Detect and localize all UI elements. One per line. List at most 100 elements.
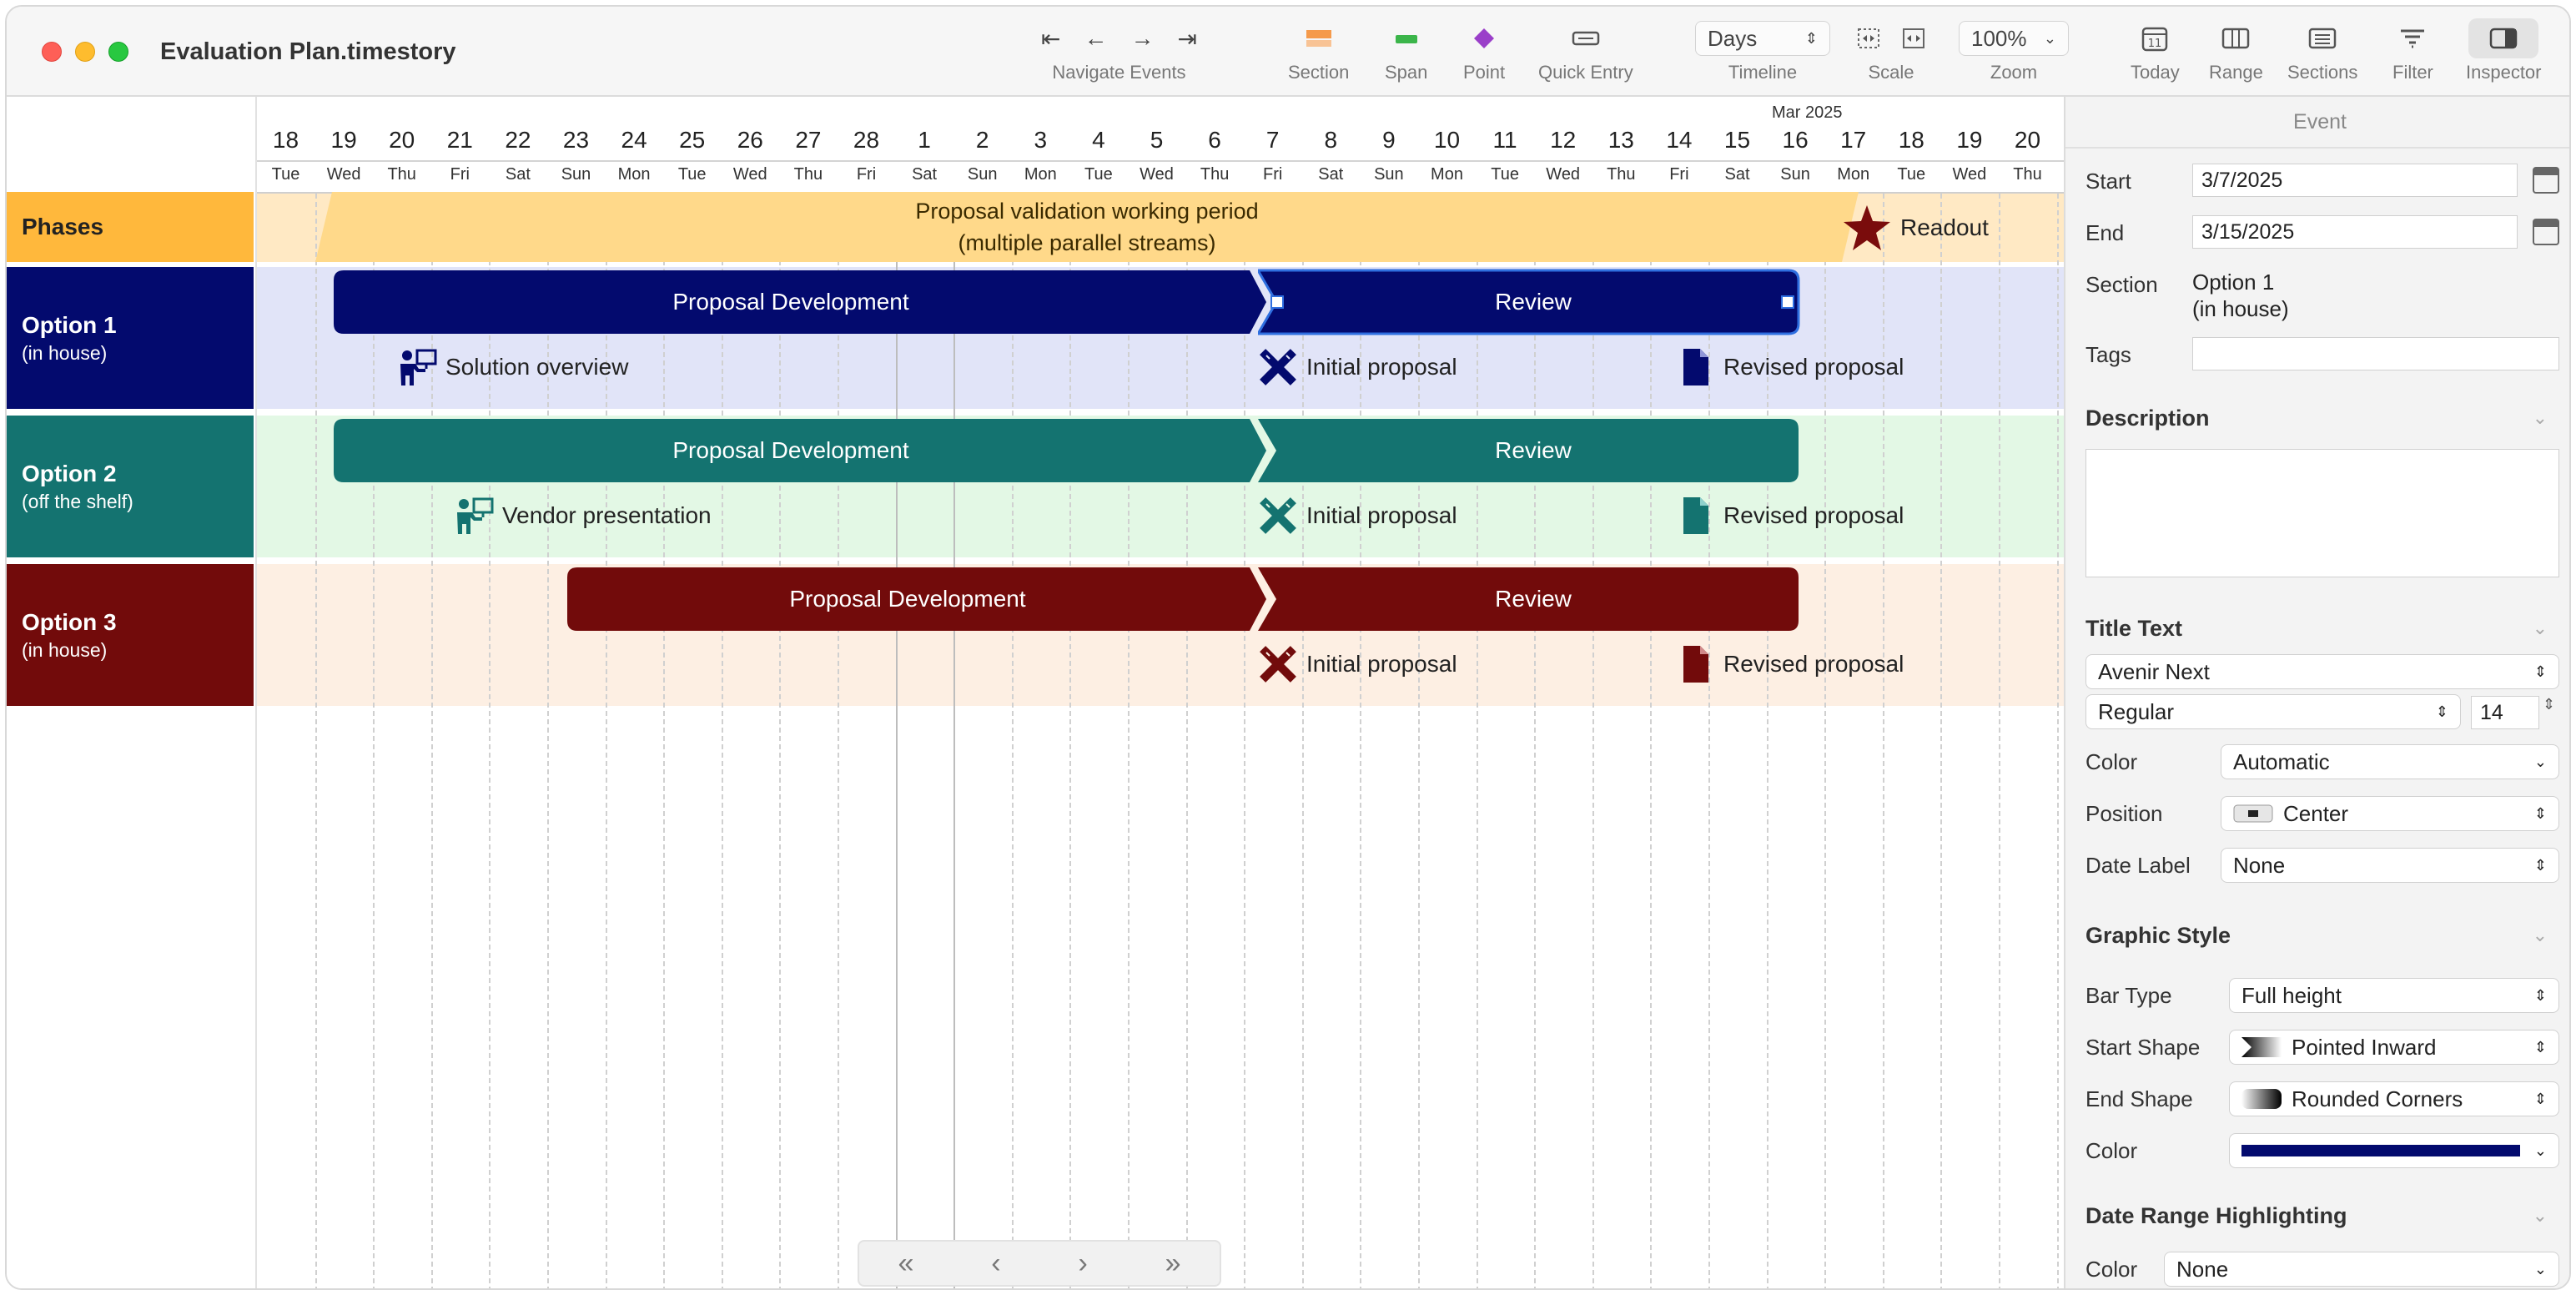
description-heading[interactable]: Description xyxy=(2085,406,2210,431)
font-size-stepper[interactable]: ⇕ xyxy=(2543,696,2555,713)
pencil-ruler-icon xyxy=(1260,349,1296,385)
presenter-icon xyxy=(400,349,437,385)
minimize-window-button[interactable] xyxy=(75,42,95,62)
filter-button[interactable]: Filter xyxy=(2392,18,2433,83)
section-title: Phases xyxy=(22,214,104,239)
sections-list-icon xyxy=(2308,28,2337,49)
chevron-down-icon[interactable]: ⌄ xyxy=(2533,617,2548,639)
title-text-heading[interactable]: Title Text xyxy=(2085,616,2182,642)
section-subtitle: (in house) xyxy=(22,341,108,364)
page-prev-icon[interactable]: ‹ xyxy=(991,1247,1000,1280)
chevron-down-icon[interactable]: ⌄ xyxy=(2533,1205,2548,1227)
updown-chevron-icon: ⇕ xyxy=(2533,856,2547,874)
zoom-popup[interactable]: 100% ⌄ xyxy=(1959,21,2069,56)
date-label-select[interactable]: None ⇕ xyxy=(2221,848,2559,883)
start-date-field[interactable]: 3/7/2025 xyxy=(2192,164,2518,197)
section-icon xyxy=(1306,30,1331,47)
chevron-down-icon[interactable]: ⌄ xyxy=(2533,407,2548,429)
range-button[interactable]: Range xyxy=(2209,18,2263,83)
previous-event-icon[interactable]: ← xyxy=(1084,25,1107,52)
span-button[interactable]: Span xyxy=(1385,18,1427,83)
font-weight-select[interactable]: Regular ⇕ xyxy=(2085,694,2461,729)
readout-milestone[interactable]: Readout xyxy=(1842,204,1989,252)
pencil-ruler-icon xyxy=(1260,497,1296,534)
first-event-icon[interactable]: ⇤ xyxy=(1041,25,1060,53)
event-label: Revised proposal xyxy=(1723,651,1904,677)
zoom-window-button[interactable] xyxy=(108,42,128,62)
page-next-icon[interactable]: › xyxy=(1078,1247,1087,1280)
section-option-2[interactable]: Option 2 (off the shelf) xyxy=(7,416,254,557)
description-textarea[interactable] xyxy=(2085,449,2559,577)
scale-expand-icon[interactable] xyxy=(1900,26,1927,51)
span-label: Span xyxy=(1385,62,1428,83)
day-name: Thu xyxy=(387,165,416,184)
sections-button[interactable]: Sections xyxy=(2287,18,2357,83)
start-shape-select[interactable]: Pointed Inward ⇕ xyxy=(2229,1030,2559,1065)
scale-compress-icon[interactable] xyxy=(1855,26,1882,51)
end-date-field[interactable]: 3/15/2025 xyxy=(2192,215,2518,249)
section-button[interactable]: Section xyxy=(1288,18,1349,83)
tags-field[interactable] xyxy=(2192,337,2559,370)
option-2-event-initial-proposal[interactable]: Initial proposal xyxy=(1258,496,1457,536)
day-number: 10 xyxy=(1433,127,1461,153)
day-name: Mon xyxy=(1837,165,1870,184)
font-family-select[interactable]: Avenir Next ⇕ xyxy=(2085,654,2559,689)
pointed-inward-shape-icon xyxy=(2241,1037,2282,1057)
title-color-select[interactable]: Automatic ⌄ xyxy=(2221,744,2559,779)
day-name: Fri xyxy=(856,165,877,184)
option-3-event-initial-proposal[interactable]: Initial proposal xyxy=(1258,644,1457,684)
day-number: 21 xyxy=(446,127,473,153)
inspector-tab-event[interactable]: Event xyxy=(2065,97,2569,149)
option-1-event-revised-proposal[interactable]: Revised proposal xyxy=(1675,347,1904,387)
graphic-style-heading[interactable]: Graphic Style xyxy=(2085,923,2231,949)
today-button[interactable]: 11 Today xyxy=(2131,18,2180,83)
close-window-button[interactable] xyxy=(42,42,62,62)
day-number: 19 xyxy=(1956,127,1983,153)
option-1-event-solution-overview[interactable]: Solution overview xyxy=(397,347,628,387)
phase-span-label: Proposal validation working period (mult… xyxy=(315,195,1859,259)
updown-chevron-icon: ⇕ xyxy=(2435,703,2448,720)
section-phases[interactable]: Phases xyxy=(7,192,254,262)
tags-label: Tags xyxy=(2085,342,2131,367)
next-event-icon[interactable]: → xyxy=(1130,25,1154,52)
day-gridline xyxy=(1999,127,2000,1288)
zoom-value: 100% xyxy=(1971,25,2027,51)
inspector-button[interactable]: Inspector xyxy=(2466,18,2542,83)
calendar-today-icon: 11 xyxy=(2142,27,2168,52)
date-range-color-value: None xyxy=(2176,1256,2229,1282)
day-name: Fri xyxy=(1669,165,1689,184)
timeline-value: Days xyxy=(1708,25,1758,51)
option-1-event-initial-proposal[interactable]: Initial proposal xyxy=(1258,347,1457,387)
graphic-color-select[interactable]: ⌄ xyxy=(2229,1133,2559,1168)
page-last-icon[interactable]: » xyxy=(1165,1247,1181,1280)
timeline-label: Timeline xyxy=(1728,62,1798,83)
day-number: 7 xyxy=(1265,127,1280,153)
calendar-icon[interactable] xyxy=(2533,167,2559,194)
day-number: 22 xyxy=(505,127,531,153)
section-option-3[interactable]: Option 3 (in house) xyxy=(7,564,254,706)
section-option-1[interactable]: Option 1 (in house) xyxy=(7,267,254,409)
phase-span-line-1: Proposal validation working period xyxy=(915,199,1259,224)
timeline-canvas[interactable]: Mar 2025 18 Tue 19 Wed 20 Thu 21 Fri 22 Sat 23 Sun 2… xyxy=(257,97,2064,1288)
page-first-icon[interactable]: « xyxy=(898,1247,913,1280)
calendar-icon[interactable] xyxy=(2533,219,2559,245)
date-range-color-select[interactable]: None ⌄ xyxy=(2164,1252,2559,1287)
day-name: Sun xyxy=(561,165,591,184)
day-number: 1 xyxy=(918,127,931,153)
bar-type-select[interactable]: Full height ⇕ xyxy=(2229,978,2559,1013)
date-range-heading[interactable]: Date Range Highlighting xyxy=(2085,1203,2347,1229)
timeline-popup[interactable]: Days ⇕ xyxy=(1695,21,1830,56)
quick-entry-button[interactable]: Quick Entry xyxy=(1538,18,1633,83)
option-2-event-revised-proposal[interactable]: Revised proposal xyxy=(1675,496,1904,536)
navigate-events-label: Navigate Events xyxy=(1052,62,1186,83)
point-button[interactable]: Point xyxy=(1463,18,1505,83)
font-size-field[interactable]: 14 xyxy=(2471,696,2539,729)
day-number: 5 xyxy=(1150,127,1164,153)
position-select[interactable]: Center ⇕ xyxy=(2221,796,2559,831)
option-2-event-vendor-presentation[interactable]: Vendor presentation xyxy=(454,496,712,536)
chevron-down-icon[interactable]: ⌄ xyxy=(2533,925,2548,946)
end-shape-select[interactable]: Rounded Corners ⇕ xyxy=(2229,1081,2559,1116)
svg-text:11: 11 xyxy=(2148,38,2162,50)
option-3-event-revised-proposal[interactable]: Revised proposal xyxy=(1675,644,1904,684)
last-event-icon[interactable]: ⇥ xyxy=(1177,25,1196,53)
